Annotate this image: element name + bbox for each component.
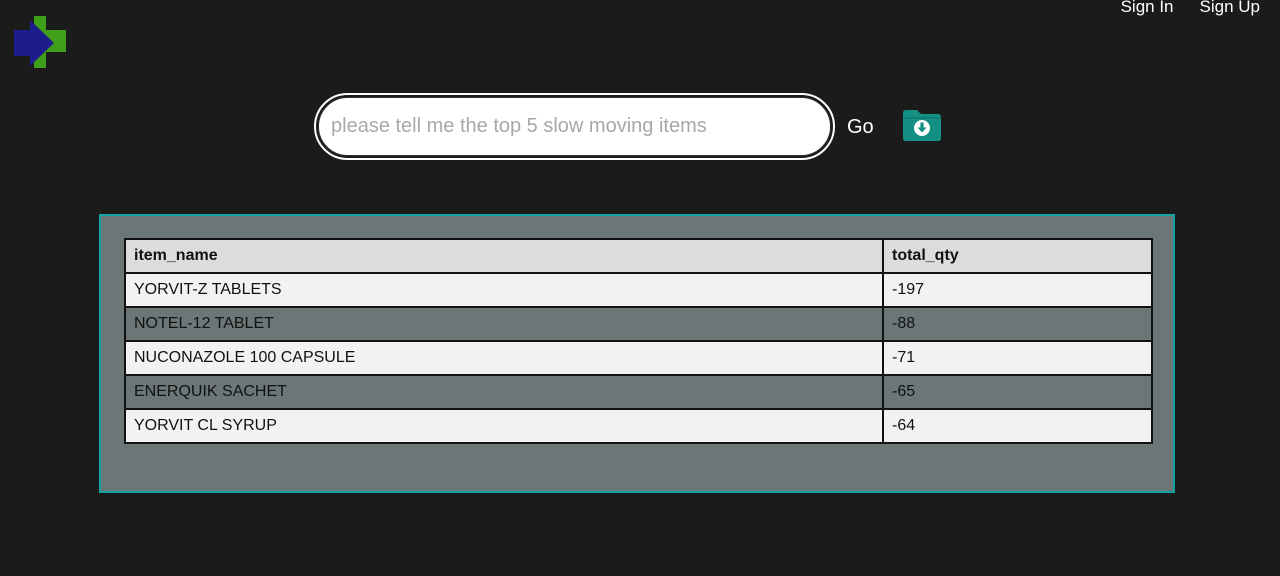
total-qty-cell: -65	[882, 374, 1153, 410]
item-name-cell: ENERQUIK SACHET	[124, 374, 884, 410]
table-row: NUCONAZOLE 100 CAPSULE -71	[124, 340, 1153, 376]
column-header-total-qty: total_qty	[882, 238, 1153, 274]
total-qty-cell: -64	[882, 408, 1153, 444]
go-button[interactable]: Go	[847, 115, 874, 139]
cross-logo-icon[interactable]	[14, 16, 68, 70]
search-box	[314, 93, 835, 160]
results-table: item_name total_qty YORVIT-Z TABLETS -19…	[124, 238, 1153, 444]
total-qty-cell: -197	[882, 272, 1153, 308]
results-panel: item_name total_qty YORVIT-Z TABLETS -19…	[99, 214, 1175, 493]
search-input[interactable]	[318, 97, 831, 156]
total-qty-cell: -88	[882, 306, 1153, 342]
total-qty-cell: -71	[882, 340, 1153, 376]
page: Sign In Sign Up Go item_name total_qty	[0, 0, 1280, 576]
sign-in-link[interactable]: Sign In	[1121, 0, 1174, 17]
sign-up-link[interactable]: Sign Up	[1200, 0, 1260, 17]
table-row: NOTEL-12 TABLET -88	[124, 306, 1153, 342]
table-header-row: item_name total_qty	[124, 238, 1153, 274]
item-name-cell: YORVIT CL SYRUP	[124, 408, 884, 444]
item-name-cell: NUCONAZOLE 100 CAPSULE	[124, 340, 884, 376]
item-name-cell: YORVIT-Z TABLETS	[124, 272, 884, 308]
table-row: YORVIT CL SYRUP -64	[124, 408, 1153, 444]
download-button[interactable]	[902, 109, 942, 142]
table-row: YORVIT-Z TABLETS -197	[124, 272, 1153, 308]
column-header-item-name: item_name	[124, 238, 884, 274]
item-name-cell: NOTEL-12 TABLET	[124, 306, 884, 342]
folder-download-icon	[903, 110, 941, 141]
top-nav: Sign In Sign Up	[1121, 0, 1260, 17]
table-row: ENERQUIK SACHET -65	[124, 374, 1153, 410]
